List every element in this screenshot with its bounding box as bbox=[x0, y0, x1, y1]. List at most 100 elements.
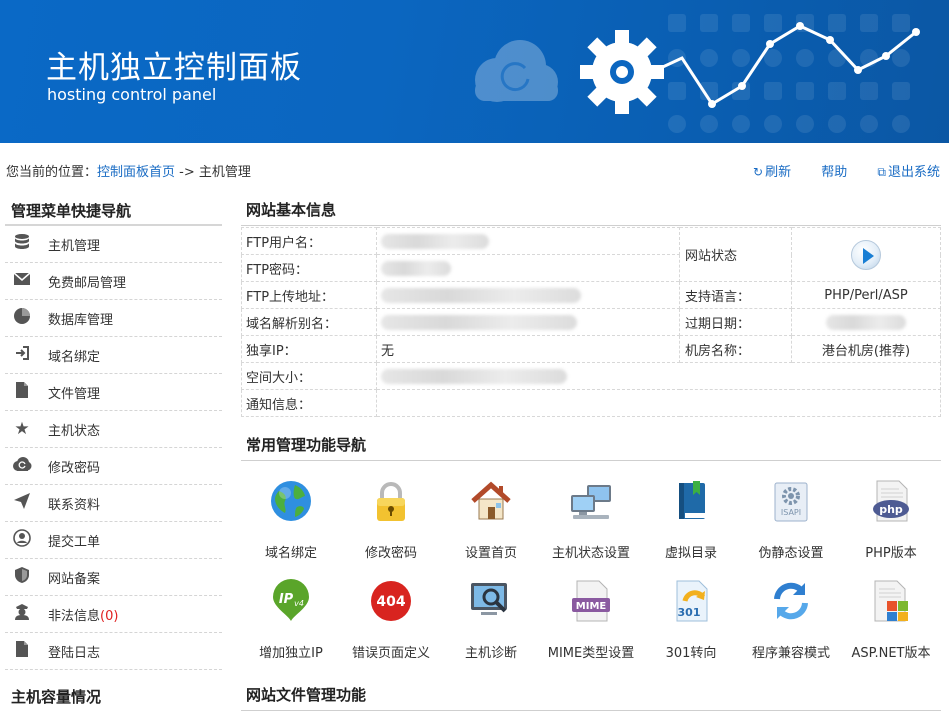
ipv4-badge-sub: v4 bbox=[294, 599, 304, 608]
breadcrumb-arrow: -> bbox=[175, 165, 199, 180]
func-php-version[interactable]: php PHP版本 bbox=[841, 474, 941, 574]
function-label: 主机诊断 bbox=[464, 646, 517, 661]
sidebar-item-login-log[interactable]: 登陆日志 bbox=[5, 633, 222, 670]
sidebar-item-label: 域名绑定 bbox=[48, 349, 101, 365]
refresh-label: 刷新 bbox=[765, 165, 792, 180]
domain-alias-label: 域名解析别名： bbox=[241, 308, 377, 336]
sidebar-item-ticket[interactable]: 提交工单 bbox=[5, 522, 222, 559]
sidebar-item-label: 联系资料 bbox=[48, 497, 101, 513]
function-label: 伪静态设置 bbox=[758, 546, 824, 561]
func-host-status-settings[interactable]: 主机状态设置 bbox=[541, 474, 641, 574]
func-compat-mode[interactable]: 程序兼容模式 bbox=[741, 574, 841, 674]
logout-link[interactable]: ⧉ 退出系统 bbox=[877, 165, 940, 180]
function-label: 增加独立IP bbox=[259, 646, 323, 661]
sidebar-item-label: 免费邮局管理 bbox=[48, 275, 127, 291]
func-add-ip[interactable]: IP v4 增加独立IP bbox=[241, 574, 341, 674]
help-link[interactable]: 帮助 bbox=[821, 165, 847, 180]
sidebar-item-host-status[interactable]: ★ 主机状态 bbox=[5, 411, 222, 448]
sidebar-item-password[interactable]: 修改密码 bbox=[5, 448, 222, 485]
ftp-pass-value bbox=[376, 254, 680, 282]
function-label: ASP.NET版本 bbox=[851, 646, 931, 661]
redacted-value bbox=[381, 260, 451, 276]
func-host-diagnose[interactable]: 主机诊断 bbox=[441, 574, 541, 674]
function-label: 错误页面定义 bbox=[351, 646, 430, 661]
login-arrow-icon bbox=[5, 345, 39, 366]
func-mime-settings[interactable]: MIME MIME类型设置 bbox=[541, 574, 641, 674]
shield-icon bbox=[5, 566, 39, 589]
func-301-redirect[interactable]: 301 301转向 bbox=[641, 574, 741, 674]
function-label: 301转向 bbox=[665, 646, 717, 661]
user-circle-icon bbox=[5, 528, 39, 552]
domain-alias-value bbox=[376, 308, 680, 336]
space-value bbox=[376, 362, 941, 390]
func-virtual-dir[interactable]: 虚拟目录 bbox=[641, 474, 741, 574]
function-grid: 域名绑定 修改密码 设置首页 主机状态设置 虚拟目录 ISAPI 伪静态设置 p… bbox=[241, 474, 941, 674]
function-label: MIME类型设置 bbox=[547, 646, 635, 661]
monitor-search-icon bbox=[469, 579, 513, 623]
exit-icon: ⧉ bbox=[877, 165, 886, 179]
file-icon bbox=[5, 381, 39, 404]
ftp-user-label: FTP用户名： bbox=[241, 227, 377, 255]
function-label: 修改密码 bbox=[364, 546, 417, 561]
breadcrumb-home-link[interactable]: 控制面板首页 bbox=[97, 165, 175, 180]
sidebar-item-label: 非法信息(0) bbox=[48, 605, 118, 624]
sidebar-item-label-text: 非法信息 bbox=[48, 608, 101, 624]
star-icon: ★ bbox=[14, 419, 30, 439]
header-banner: 主机独立控制面板 hosting control panel bbox=[0, 0, 949, 143]
sidebar-item-contact[interactable]: 联系资料 bbox=[5, 485, 222, 522]
ftp-addr-label: FTP上传地址： bbox=[241, 281, 377, 309]
database-icon bbox=[5, 233, 39, 256]
php-file-icon: php bbox=[869, 479, 913, 523]
isapi-badge: ISAPI bbox=[781, 508, 801, 517]
ftp-user-value bbox=[376, 227, 680, 255]
mime-file-icon: MIME bbox=[569, 579, 613, 623]
top-links: ↻ 刷新 帮助 ⧉ 退出系统 bbox=[727, 161, 940, 180]
function-row: 域名绑定 修改密码 设置首页 主机状态设置 虚拟目录 ISAPI 伪静态设置 p… bbox=[241, 474, 941, 574]
ipv4-badge: IP bbox=[279, 592, 294, 607]
func-set-homepage[interactable]: 设置首页 bbox=[441, 474, 541, 574]
redirect-301-icon: 301 bbox=[669, 579, 713, 623]
logout-label: 退出系统 bbox=[887, 165, 940, 180]
ftp-addr-value bbox=[376, 281, 680, 309]
func-aspnet-version[interactable]: ASP.NET版本 bbox=[841, 574, 941, 674]
function-label: 主机状态设置 bbox=[551, 546, 630, 561]
section-divider bbox=[241, 710, 941, 711]
error-404-icon: 404 bbox=[369, 579, 413, 623]
sidebar-item-database[interactable]: 数据库管理 bbox=[5, 300, 222, 337]
breadcrumb: 您当前的位置：控制面板首页 -> 主机管理 bbox=[6, 161, 251, 180]
section-divider bbox=[241, 225, 941, 226]
site-info-table: FTP用户名： 网站状态 FTP密码： FTP上传地址： 支持语言： PHP/P… bbox=[241, 227, 941, 417]
function-row: IP v4 增加独立IP 404 错误页面定义 主机诊断 MIME MIME类型设… bbox=[241, 574, 941, 674]
sidebar-item-label: 提交工单 bbox=[48, 534, 101, 550]
section-title-info: 网站基本信息 bbox=[246, 201, 337, 219]
sidebar-item-mail[interactable]: 免费邮局管理 bbox=[5, 263, 222, 300]
func-error-pages[interactable]: 404 错误页面定义 bbox=[341, 574, 441, 674]
sidebar-item-illegal[interactable]: 非法信息(0) bbox=[5, 596, 222, 633]
house-icon bbox=[469, 479, 513, 523]
sidebar-item-icp[interactable]: 网站备案 bbox=[5, 559, 222, 596]
php-badge: php bbox=[879, 503, 903, 516]
mime-badge: MIME bbox=[576, 601, 607, 612]
illegal-count-close: ) bbox=[113, 608, 119, 624]
breadcrumb-current: 主机管理 bbox=[198, 165, 251, 180]
breadcrumb-prefix: 您当前的位置： bbox=[6, 165, 98, 180]
banner-title: 主机独立控制面板 bbox=[46, 50, 302, 86]
globe-icon bbox=[269, 479, 313, 523]
sidebar-item-host[interactable]: 主机管理 bbox=[5, 226, 222, 263]
play-icon[interactable] bbox=[851, 239, 881, 270]
padlock-icon bbox=[369, 479, 413, 523]
sidebar-item-files[interactable]: 文件管理 bbox=[5, 374, 222, 411]
func-change-password[interactable]: 修改密码 bbox=[341, 474, 441, 574]
ipv4-icon: IP v4 bbox=[269, 579, 313, 623]
sidebar-item-label: 数据库管理 bbox=[48, 312, 114, 328]
refresh-icon: ↻ bbox=[753, 165, 764, 179]
file-icon bbox=[5, 640, 39, 663]
sync-arrows-icon bbox=[769, 579, 813, 623]
pie-chart-icon bbox=[5, 307, 39, 330]
section-divider bbox=[241, 460, 941, 461]
func-rewrite-settings[interactable]: ISAPI 伪静态设置 bbox=[741, 474, 841, 574]
func-domain-bind[interactable]: 域名绑定 bbox=[241, 474, 341, 574]
refresh-link[interactable]: ↻ 刷新 bbox=[753, 165, 791, 180]
sidebar-item-domain-bind[interactable]: 域名绑定 bbox=[5, 337, 222, 374]
sidebar: 管理菜单快捷导航 主机管理 免费邮局管理 数据库管理 域名绑定 文件管理 ★ 主… bbox=[5, 194, 222, 670]
